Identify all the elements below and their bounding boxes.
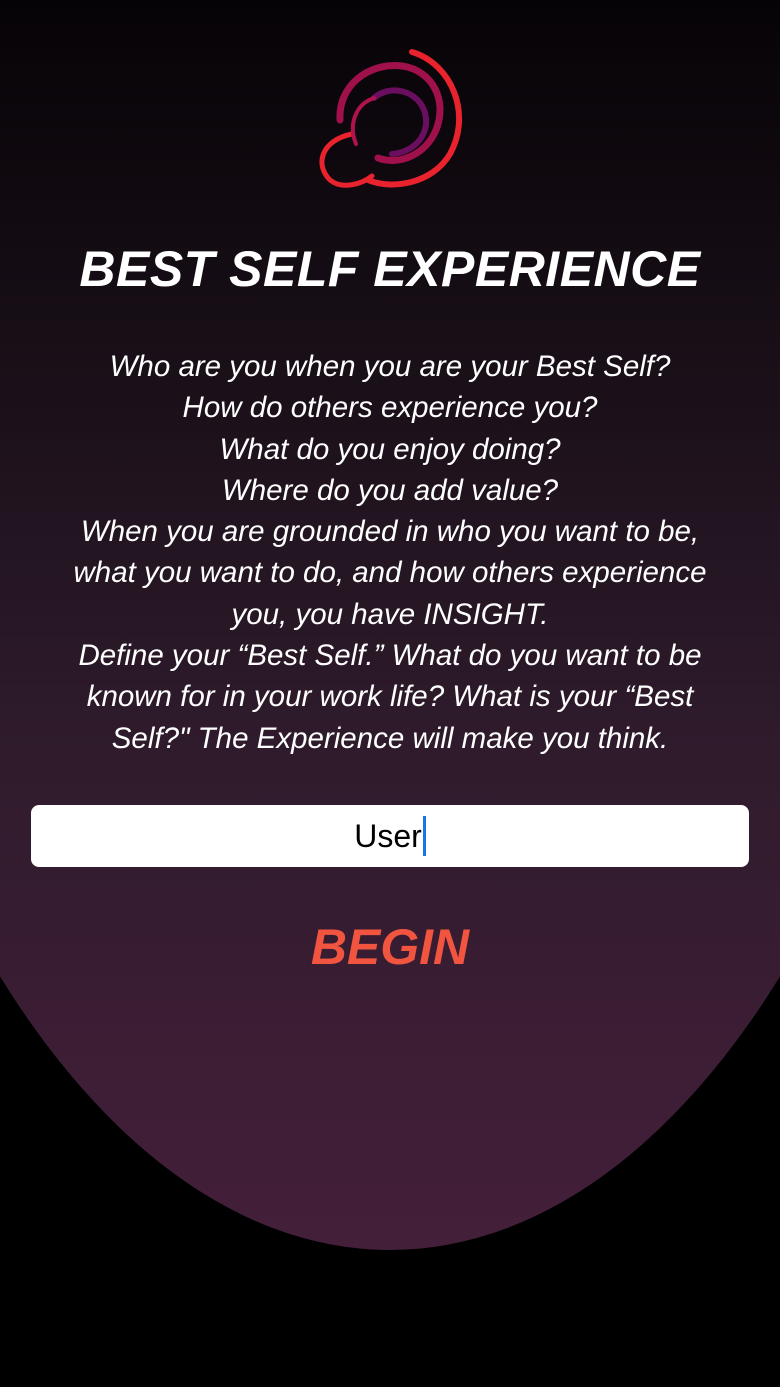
logo-left-arc [319, 131, 375, 188]
intro-line: you, you have INSIGHT. [231, 597, 549, 631]
intro-line: Where do you add value? [221, 473, 559, 507]
user-name-value: User [354, 818, 422, 854]
logo-core-arc [350, 96, 376, 146]
intro-line: When you are grounded in who you want to… [80, 515, 700, 549]
user-name-input[interactable]: User [31, 805, 749, 867]
intro-line: Who are you when you are your Best Self? [109, 350, 671, 383]
text-caret [422, 816, 426, 856]
intro-line: Define your “Best Self.” What do you wan… [78, 639, 702, 673]
intro-line: known for in your work life? What is you… [86, 680, 694, 714]
intro-line: How do others experience you? [182, 391, 598, 425]
app-screen: BEST SELF EXPERIENCE Who are you when yo… [0, 0, 780, 1387]
intro-line: What do you enjoy doing? [219, 432, 561, 466]
swirl-logo-icon [319, 49, 462, 188]
begin-button[interactable]: BEGIN [240, 912, 540, 982]
page-title: BEST SELF EXPERIENCE [79, 241, 701, 297]
intro-line: what you want to do, and how others expe… [73, 556, 707, 590]
logo-inner-arc [371, 87, 429, 157]
intro-text: Who are you when you are your Best Self?… [24, 346, 756, 759]
intro-line: Self?" The Experience will make you thin… [111, 721, 669, 755]
welcome-content: BEST SELF EXPERIENCE Who are you when yo… [0, 0, 780, 1387]
